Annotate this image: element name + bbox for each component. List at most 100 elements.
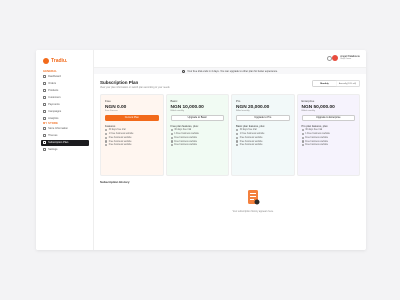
plan-name: Pro bbox=[236, 99, 241, 103]
check-circle-icon bbox=[170, 140, 173, 143]
sidebar-item-subscription-plan[interactable]: Subscription Plan bbox=[41, 140, 89, 146]
feature-text: Free business website bbox=[305, 136, 329, 139]
upgrade-plan-button[interactable]: Upgrade to Basic bbox=[170, 114, 224, 121]
logo[interactable]: Tradiu. bbox=[43, 58, 67, 64]
feature-text: Free business website bbox=[239, 140, 263, 143]
feature-item: 30 days free trial bbox=[301, 129, 356, 132]
sidebar-item-payments[interactable]: Payments bbox=[41, 102, 89, 108]
sidebar-item-label: Analytics bbox=[48, 117, 59, 121]
feature-text: 30 days free trial bbox=[108, 129, 126, 132]
feature-item: Free business website bbox=[301, 140, 356, 143]
check-circle-icon bbox=[236, 140, 239, 143]
feature-text: Free business website bbox=[108, 140, 132, 143]
feature-text: Free business website bbox=[108, 144, 132, 147]
plan-name: Enterprise bbox=[301, 99, 315, 103]
history-empty-text: Your subscription history appears here. bbox=[232, 210, 274, 213]
check-circle-icon bbox=[301, 132, 304, 136]
sidebar-item-store-information[interactable]: Store Information bbox=[41, 126, 89, 132]
feature-item: Free business website bbox=[105, 140, 159, 143]
check-circle-icon bbox=[236, 129, 239, 132]
feature-item: 1 Free business website bbox=[301, 132, 356, 136]
palette-icon bbox=[43, 134, 46, 138]
feature-item: Free business website bbox=[170, 136, 225, 139]
current-plan-button[interactable]: Current Plan bbox=[105, 114, 159, 121]
topbar: Angel Paladounu Shop Owner bbox=[94, 50, 366, 68]
feature-text: Free business website bbox=[305, 144, 329, 147]
plan-period: Billed monthly bbox=[236, 110, 250, 112]
plan-name: Free bbox=[105, 99, 111, 103]
grid-icon bbox=[43, 75, 46, 79]
sidebar-section-general: GENERAL bbox=[43, 70, 58, 73]
store-icon bbox=[43, 127, 46, 131]
chart-icon bbox=[43, 117, 46, 121]
feature-item: Free business website bbox=[105, 136, 159, 139]
plan-card-enterprise: Enterprise NGN 50,000.00 Billed monthly Upg… bbox=[296, 94, 360, 176]
list-icon bbox=[43, 82, 46, 86]
feature-item: Free business website bbox=[236, 144, 290, 147]
sidebar-item-label: Campaigns bbox=[48, 110, 62, 114]
check-circle-icon bbox=[105, 140, 108, 143]
plan-period: Billed monthly bbox=[170, 110, 185, 112]
feature-item: 1 Free business website bbox=[236, 132, 290, 136]
sidebar-item-dashboard[interactable]: Dashboard bbox=[41, 74, 89, 80]
feature-item: Free business website bbox=[170, 144, 225, 147]
toggle-annually[interactable]: Annually(10% off) bbox=[336, 81, 359, 86]
history-title: Subscription History bbox=[100, 180, 130, 184]
sidebar-item-settings[interactable]: Settings bbox=[41, 147, 89, 153]
plan-features-title: Pro plan features, plus: bbox=[301, 124, 329, 128]
main-content: Subscription Plan View your plan informa… bbox=[94, 74, 366, 250]
feature-item: Free business website bbox=[236, 140, 290, 143]
sidebar-item-label: Store Information bbox=[48, 127, 68, 131]
feature-item: 1 Free business website bbox=[105, 132, 159, 136]
users-icon bbox=[43, 96, 46, 100]
page-title: Subscription Plan bbox=[100, 80, 139, 85]
sidebar-item-orders[interactable]: Orders bbox=[41, 81, 89, 87]
sidebar-item-label: Payments bbox=[48, 103, 60, 107]
feature-text: 30 days free trial bbox=[174, 129, 192, 132]
toggle-monthly[interactable]: Monthly bbox=[313, 81, 336, 86]
sidebar-item-campaigns[interactable]: Campaigns bbox=[41, 109, 89, 115]
check-circle-icon bbox=[105, 144, 108, 147]
gear-icon bbox=[43, 148, 46, 152]
sidebar-section-store: MY STORE bbox=[43, 122, 59, 125]
sidebar-item-customers[interactable]: Customers bbox=[41, 95, 89, 101]
info-icon bbox=[182, 69, 186, 73]
sidebar-item-analytics[interactable]: Analytics bbox=[41, 116, 89, 122]
feature-text: Free business website bbox=[174, 136, 198, 139]
plan-period: Free Forever bbox=[105, 110, 118, 112]
upgrade-plan-button[interactable]: Upgrade to Pro bbox=[236, 114, 290, 121]
sidebar-item-label: Settings bbox=[48, 148, 58, 152]
check-circle-icon bbox=[105, 132, 108, 136]
upgrade-plan-button[interactable]: Upgrade to Enterprise bbox=[301, 114, 355, 121]
feature-text: 1 Free business website bbox=[108, 132, 134, 135]
feature-item: 30 days free trial bbox=[105, 129, 159, 132]
check-circle-icon bbox=[170, 136, 173, 139]
check-circle-icon bbox=[236, 144, 239, 147]
sidebar-item-label: Orders bbox=[48, 82, 57, 86]
user-menu[interactable]: Angel Paladounu Shop Owner bbox=[332, 55, 360, 61]
plan-card-pro: Pro NGN 20,000.00 Billed monthly Upgrade to… bbox=[231, 94, 295, 176]
feature-item: 30 days free trial bbox=[170, 129, 225, 132]
feature-text: 30 days free trial bbox=[239, 129, 257, 132]
sidebar-item-themes[interactable]: Themes bbox=[41, 133, 89, 139]
plan-card-free: Free NGN 0.00 Free Forever Current Plan Feat… bbox=[100, 94, 164, 176]
feature-item: Free business website bbox=[105, 144, 159, 147]
trial-banner-text: Your free trial ends in 4 days. You can … bbox=[187, 69, 278, 73]
megaphone-icon bbox=[43, 110, 46, 114]
check-circle-icon bbox=[170, 132, 173, 136]
feature-text: 1 Free business website bbox=[174, 132, 199, 135]
plan-price: NGN 10,000.00 bbox=[170, 104, 204, 110]
feature-item: Free business website bbox=[301, 144, 356, 147]
feature-item: Free business website bbox=[170, 140, 225, 143]
check-circle-icon bbox=[301, 140, 304, 143]
sidebar-item-label: Dashboard bbox=[48, 75, 61, 79]
box-icon bbox=[43, 89, 46, 93]
feature-text: 30 days free trial bbox=[305, 129, 323, 132]
plan-features-title: Basic plan features, plus: bbox=[236, 124, 265, 128]
logo-text: Tradiu. bbox=[51, 58, 68, 64]
feature-text: Free business website bbox=[174, 140, 198, 143]
check-circle-icon bbox=[301, 144, 304, 147]
check-circle-icon bbox=[236, 136, 239, 139]
sidebar-item-products[interactable]: Products bbox=[41, 88, 89, 94]
feature-text: 1 Free business website bbox=[305, 132, 330, 135]
